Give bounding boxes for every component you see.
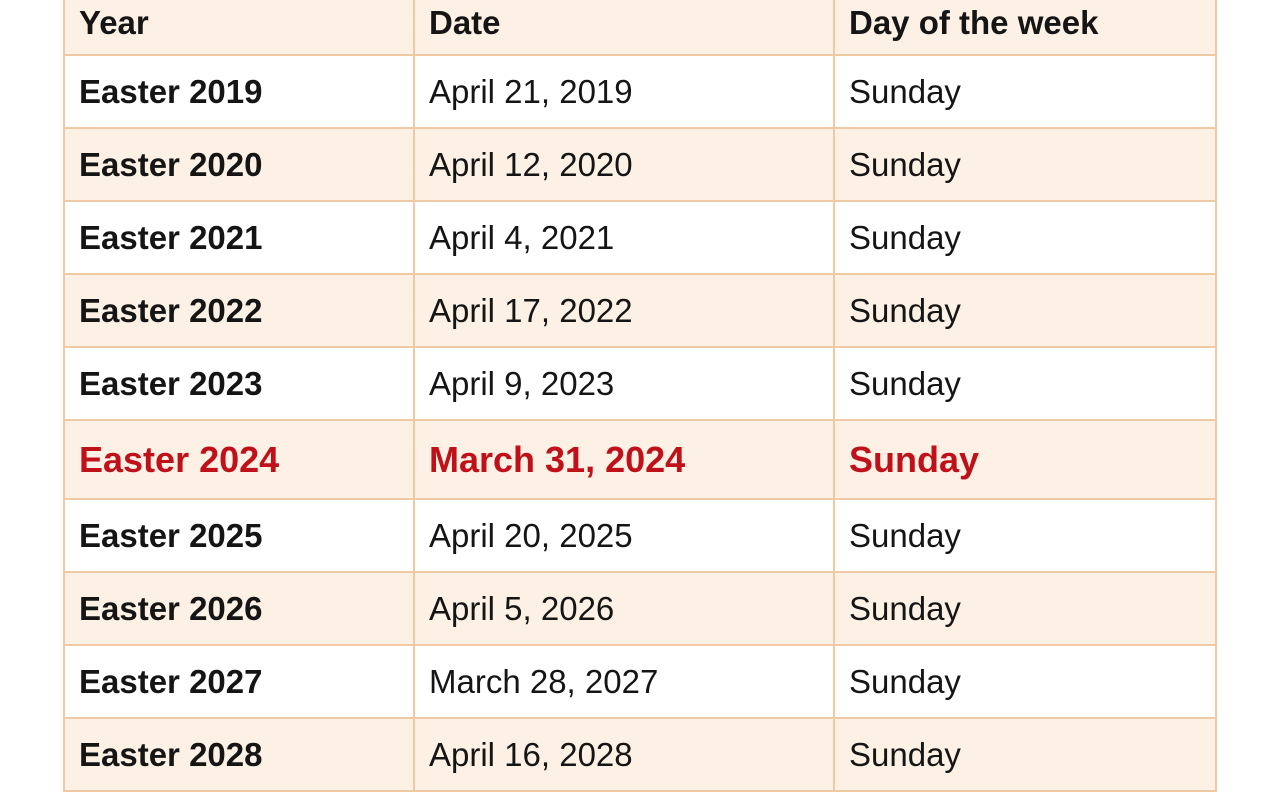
- cell-year: Easter 2023: [63, 346, 415, 421]
- cell-year: Easter 2021: [63, 200, 415, 275]
- cell-year: Easter 2019: [63, 54, 415, 129]
- cell-day: Sunday: [833, 54, 1217, 129]
- cell-year: Easter 2025: [63, 498, 415, 573]
- cell-day: Sunday: [833, 273, 1217, 348]
- header-row: Year Date Day of the week: [63, 0, 1217, 56]
- table-row-highlighted: Easter 2024 March 31, 2024 Sunday: [63, 419, 1217, 500]
- cell-year: Easter 2026: [63, 571, 415, 646]
- cell-year: Easter 2028: [63, 717, 415, 792]
- header-day: Day of the week: [833, 0, 1217, 56]
- header-date: Date: [413, 0, 835, 56]
- cell-date: April 4, 2021: [413, 200, 835, 275]
- cell-date: April 20, 2025: [413, 498, 835, 573]
- cell-date: April 17, 2022: [413, 273, 835, 348]
- cell-day: Sunday: [833, 419, 1217, 500]
- cell-day: Sunday: [833, 571, 1217, 646]
- cell-day: Sunday: [833, 498, 1217, 573]
- cell-date: April 21, 2019: [413, 54, 835, 129]
- table-row: Easter 2025 April 20, 2025 Sunday: [63, 498, 1217, 573]
- table-row: Easter 2022 April 17, 2022 Sunday: [63, 273, 1217, 348]
- cell-day: Sunday: [833, 346, 1217, 421]
- table-row: Easter 2019 April 21, 2019 Sunday: [63, 54, 1217, 129]
- cell-year: Easter 2024: [63, 419, 415, 500]
- header-year: Year: [63, 0, 415, 56]
- cell-day: Sunday: [833, 200, 1217, 275]
- cell-date: March 31, 2024: [413, 419, 835, 500]
- cell-date: April 16, 2028: [413, 717, 835, 792]
- cell-day: Sunday: [833, 644, 1217, 719]
- table-row: Easter 2023 April 9, 2023 Sunday: [63, 346, 1217, 421]
- table-row: Easter 2026 April 5, 2026 Sunday: [63, 571, 1217, 646]
- table-row: Easter 2028 April 16, 2028 Sunday: [63, 717, 1217, 792]
- cell-year: Easter 2027: [63, 644, 415, 719]
- cell-date: April 12, 2020: [413, 127, 835, 202]
- table-row: Easter 2027 March 28, 2027 Sunday: [63, 644, 1217, 719]
- easter-dates-table: Year Date Day of the week Easter 2019 Apr…: [63, 0, 1217, 792]
- cell-day: Sunday: [833, 127, 1217, 202]
- table-row: Easter 2020 April 12, 2020 Sunday: [63, 127, 1217, 202]
- cell-year: Easter 2020: [63, 127, 415, 202]
- cell-date: April 9, 2023: [413, 346, 835, 421]
- cell-year: Easter 2022: [63, 273, 415, 348]
- cell-date: March 28, 2027: [413, 644, 835, 719]
- table-row: Easter 2021 April 4, 2021 Sunday: [63, 200, 1217, 275]
- cell-day: Sunday: [833, 717, 1217, 792]
- cell-date: April 5, 2026: [413, 571, 835, 646]
